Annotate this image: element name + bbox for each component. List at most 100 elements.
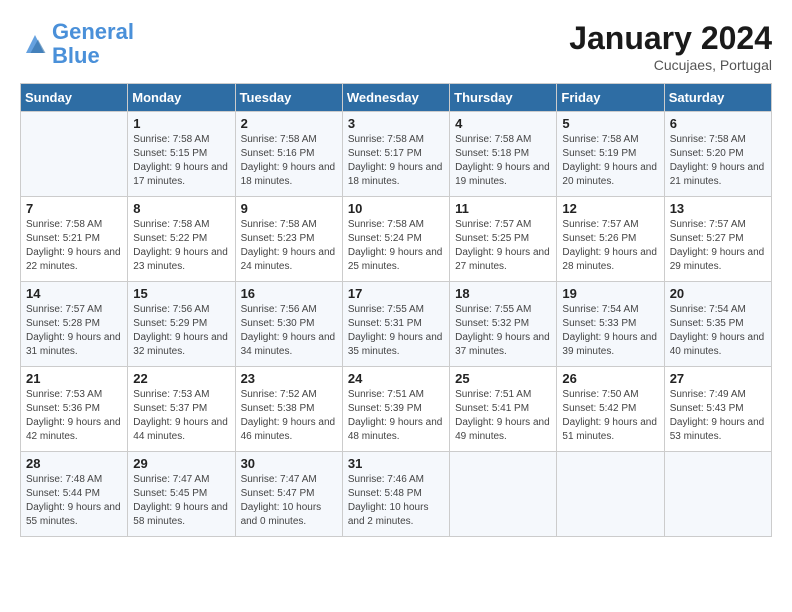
day-number: 27 (670, 371, 766, 386)
day-number: 1 (133, 116, 229, 131)
day-number: 18 (455, 286, 551, 301)
day-number: 30 (241, 456, 337, 471)
day-number: 7 (26, 201, 122, 216)
calendar-cell: 28 Sunrise: 7:48 AMSunset: 5:44 PMDayligh… (21, 452, 128, 537)
calendar-cell: 2 Sunrise: 7:58 AMSunset: 5:16 PMDaylight… (235, 112, 342, 197)
header-cell-tuesday: Tuesday (235, 84, 342, 112)
day-number: 3 (348, 116, 444, 131)
page-header: General Blue January 2024 Cucujaes, Port… (20, 20, 772, 73)
calendar-cell: 19Sunrise: 7:54 AMSunset: 5:33 PMDayligh… (557, 282, 664, 367)
day-info: Sunrise: 7:58 AMSunset: 5:22 PMDaylight:… (133, 218, 229, 274)
calendar-week-3: 21Sunrise: 7:53 AMSunset: 5:36 PMDayligh… (21, 367, 772, 452)
header-cell-saturday: Saturday (664, 84, 771, 112)
calendar-cell: 1 Sunrise: 7:58 AMSunset: 5:15 PMDaylight… (128, 112, 235, 197)
day-info: Sunrise: 7:57 AMSunset: 5:28 PMDaylight:… (26, 303, 122, 359)
calendar-cell: 23 Sunrise: 7:52 AMSunset: 5:38 PMDayligh… (235, 367, 342, 452)
day-info: Sunrise: 7:54 AMSunset: 5:33 PMDaylight:… (562, 303, 658, 359)
day-info: Sunrise: 7:57 AMSunset: 5:27 PMDaylight:… (670, 218, 766, 274)
day-number: 10 (348, 201, 444, 216)
day-info: Sunrise: 7:47 AMSunset: 5:47 PMDaylight:… (241, 473, 337, 529)
day-number: 11 (455, 201, 551, 216)
day-info: Sunrise: 7:47 AMSunset: 5:45 PMDaylight:… (133, 473, 229, 529)
day-info: Sunrise: 7:49 AMSunset: 5:43 PMDaylight:… (670, 388, 766, 444)
day-info: Sunrise: 7:58 AMSunset: 5:15 PMDaylight:… (133, 133, 229, 189)
calendar-cell: 6 Sunrise: 7:58 AMSunset: 5:20 PMDaylight… (664, 112, 771, 197)
day-info: Sunrise: 7:58 AMSunset: 5:17 PMDaylight:… (348, 133, 444, 189)
day-number: 26 (562, 371, 658, 386)
calendar-cell: 24 Sunrise: 7:51 AMSunset: 5:39 PMDayligh… (342, 367, 449, 452)
calendar-week-2: 14 Sunrise: 7:57 AMSunset: 5:28 PMDayligh… (21, 282, 772, 367)
day-number: 24 (348, 371, 444, 386)
calendar-cell: 11 Sunrise: 7:57 AMSunset: 5:25 PMDayligh… (450, 197, 557, 282)
calendar-week-0: 1 Sunrise: 7:58 AMSunset: 5:15 PMDaylight… (21, 112, 772, 197)
day-info: Sunrise: 7:51 AMSunset: 5:39 PMDaylight:… (348, 388, 444, 444)
header-cell-wednesday: Wednesday (342, 84, 449, 112)
day-number: 14 (26, 286, 122, 301)
day-info: Sunrise: 7:57 AMSunset: 5:26 PMDaylight:… (562, 218, 658, 274)
calendar-cell: 8 Sunrise: 7:58 AMSunset: 5:22 PMDaylight… (128, 197, 235, 282)
header-cell-monday: Monday (128, 84, 235, 112)
header-cell-thursday: Thursday (450, 84, 557, 112)
month-title: January 2024 (569, 20, 772, 57)
day-info: Sunrise: 7:58 AMSunset: 5:23 PMDaylight:… (241, 218, 337, 274)
calendar-cell: 12 Sunrise: 7:57 AMSunset: 5:26 PMDayligh… (557, 197, 664, 282)
day-number: 5 (562, 116, 658, 131)
calendar-header: SundayMondayTuesdayWednesdayThursdayFrid… (21, 84, 772, 112)
calendar-cell: 26 Sunrise: 7:50 AMSunset: 5:42 PMDayligh… (557, 367, 664, 452)
day-number: 20 (670, 286, 766, 301)
calendar-week-4: 28 Sunrise: 7:48 AMSunset: 5:44 PMDayligh… (21, 452, 772, 537)
day-number: 28 (26, 456, 122, 471)
day-info: Sunrise: 7:53 AMSunset: 5:37 PMDaylight:… (133, 388, 229, 444)
calendar-cell: 25Sunrise: 7:51 AMSunset: 5:41 PMDayligh… (450, 367, 557, 452)
day-info: Sunrise: 7:55 AMSunset: 5:31 PMDaylight:… (348, 303, 444, 359)
calendar-cell (450, 452, 557, 537)
calendar-cell: 5 Sunrise: 7:58 AMSunset: 5:19 PMDaylight… (557, 112, 664, 197)
day-info: Sunrise: 7:56 AMSunset: 5:29 PMDaylight:… (133, 303, 229, 359)
header-cell-sunday: Sunday (21, 84, 128, 112)
calendar-cell: 15Sunrise: 7:56 AMSunset: 5:29 PMDayligh… (128, 282, 235, 367)
calendar-cell (557, 452, 664, 537)
day-number: 2 (241, 116, 337, 131)
day-info: Sunrise: 7:52 AMSunset: 5:38 PMDaylight:… (241, 388, 337, 444)
day-info: Sunrise: 7:58 AMSunset: 5:19 PMDaylight:… (562, 133, 658, 189)
day-info: Sunrise: 7:54 AMSunset: 5:35 PMDaylight:… (670, 303, 766, 359)
day-number: 25 (455, 371, 551, 386)
day-number: 23 (241, 371, 337, 386)
logo-icon (20, 29, 50, 59)
calendar-cell: 18 Sunrise: 7:55 AMSunset: 5:32 PMDayligh… (450, 282, 557, 367)
day-info: Sunrise: 7:57 AMSunset: 5:25 PMDaylight:… (455, 218, 551, 274)
day-info: Sunrise: 7:58 AMSunset: 5:20 PMDaylight:… (670, 133, 766, 189)
day-number: 12 (562, 201, 658, 216)
calendar-cell: 7 Sunrise: 7:58 AMSunset: 5:21 PMDaylight… (21, 197, 128, 282)
title-block: January 2024 Cucujaes, Portugal (569, 20, 772, 73)
calendar-cell (21, 112, 128, 197)
day-info: Sunrise: 7:58 AMSunset: 5:18 PMDaylight:… (455, 133, 551, 189)
calendar-table: SundayMondayTuesdayWednesdayThursdayFrid… (20, 83, 772, 537)
day-info: Sunrise: 7:48 AMSunset: 5:44 PMDaylight:… (26, 473, 122, 529)
day-number: 4 (455, 116, 551, 131)
day-number: 6 (670, 116, 766, 131)
logo-text: General Blue (52, 20, 134, 68)
calendar-cell: 30 Sunrise: 7:47 AMSunset: 5:47 PMDayligh… (235, 452, 342, 537)
calendar-cell: 13Sunrise: 7:57 AMSunset: 5:27 PMDayligh… (664, 197, 771, 282)
day-info: Sunrise: 7:58 AMSunset: 5:16 PMDaylight:… (241, 133, 337, 189)
calendar-cell: 10Sunrise: 7:58 AMSunset: 5:24 PMDayligh… (342, 197, 449, 282)
day-info: Sunrise: 7:55 AMSunset: 5:32 PMDaylight:… (455, 303, 551, 359)
header-row: SundayMondayTuesdayWednesdayThursdayFrid… (21, 84, 772, 112)
calendar-cell: 4 Sunrise: 7:58 AMSunset: 5:18 PMDaylight… (450, 112, 557, 197)
calendar-cell: 16Sunrise: 7:56 AMSunset: 5:30 PMDayligh… (235, 282, 342, 367)
calendar-body: 1 Sunrise: 7:58 AMSunset: 5:15 PMDaylight… (21, 112, 772, 537)
day-number: 16 (241, 286, 337, 301)
day-info: Sunrise: 7:58 AMSunset: 5:21 PMDaylight:… (26, 218, 122, 274)
logo: General Blue (20, 20, 134, 68)
day-info: Sunrise: 7:50 AMSunset: 5:42 PMDaylight:… (562, 388, 658, 444)
calendar-cell: 27 Sunrise: 7:49 AMSunset: 5:43 PMDayligh… (664, 367, 771, 452)
header-cell-friday: Friday (557, 84, 664, 112)
subtitle: Cucujaes, Portugal (569, 57, 772, 73)
day-number: 22 (133, 371, 229, 386)
calendar-cell (664, 452, 771, 537)
day-number: 31 (348, 456, 444, 471)
day-number: 8 (133, 201, 229, 216)
day-number: 17 (348, 286, 444, 301)
day-number: 9 (241, 201, 337, 216)
